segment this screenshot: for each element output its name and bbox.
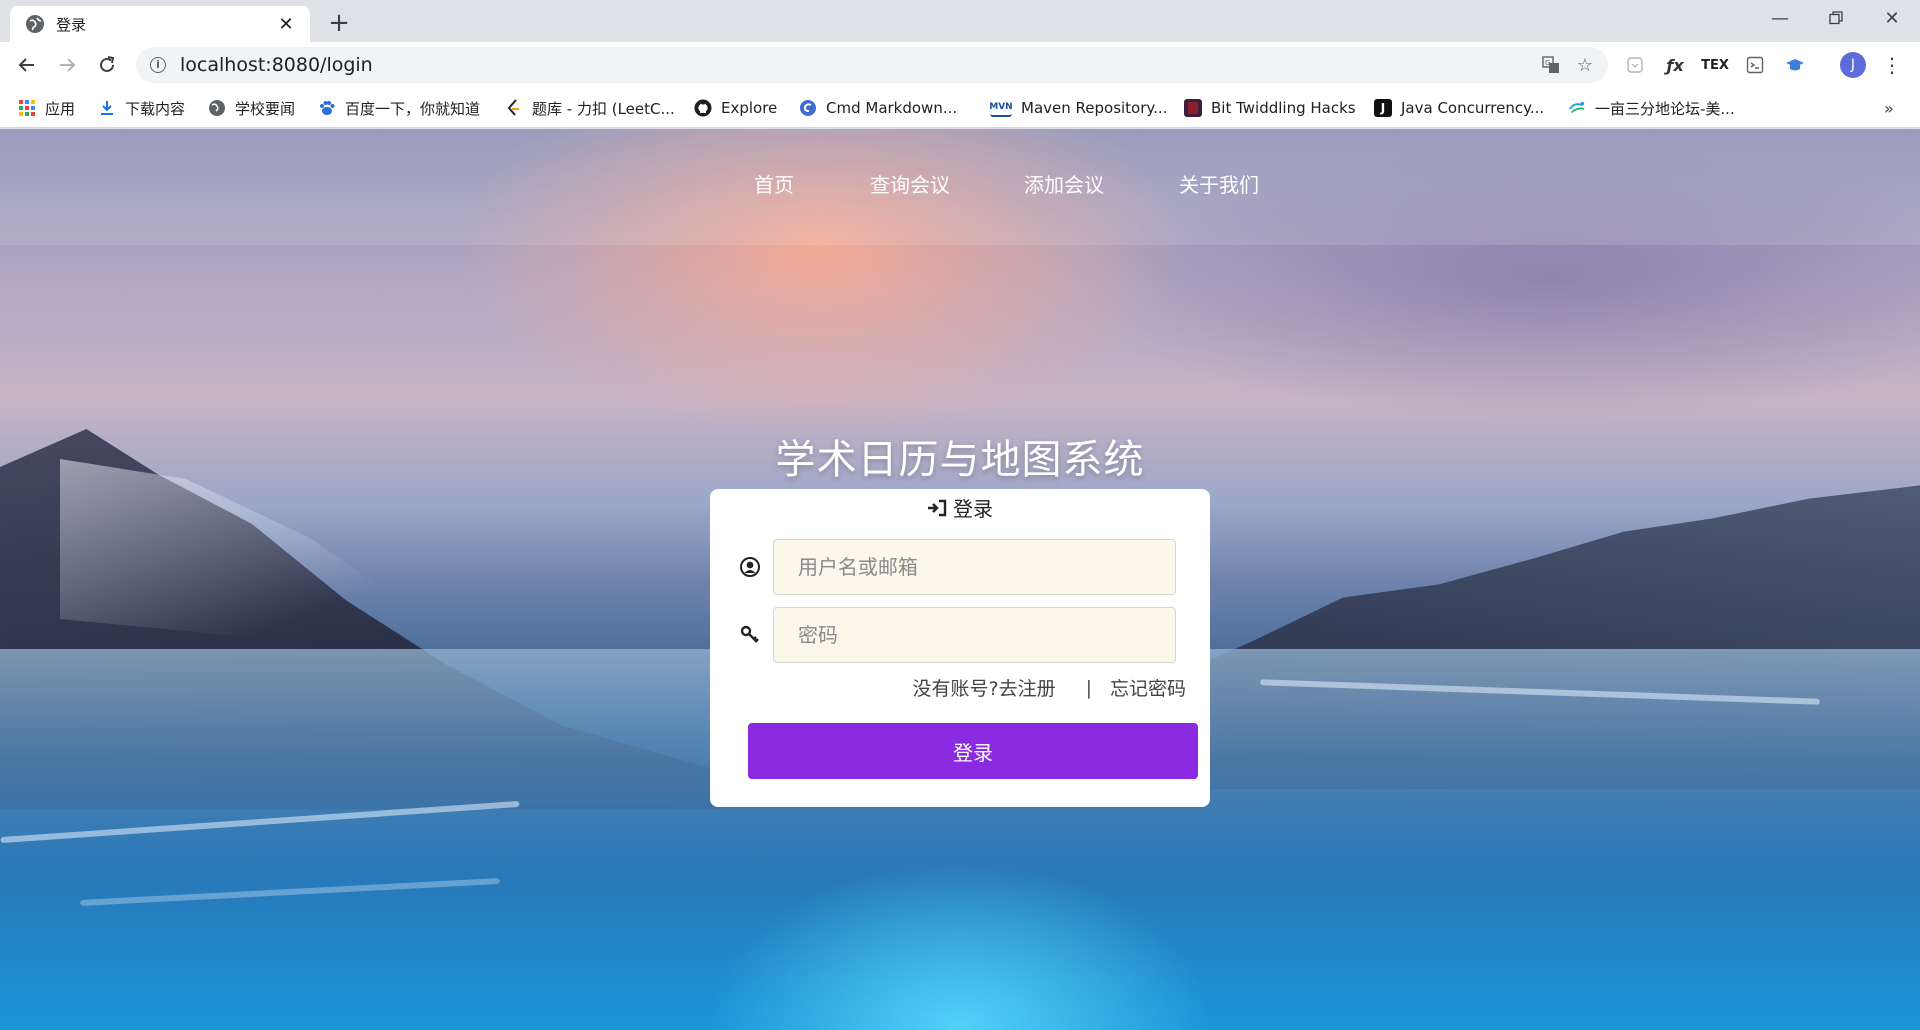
forum-icon xyxy=(1568,99,1586,117)
minimize-icon[interactable]: — xyxy=(1752,0,1808,36)
bookmarks-bar: 应用 下载内容 学校要闻 百度一下，你就知道 题库 - 力扣 (LeetC...… xyxy=(0,88,1920,128)
close-window-icon[interactable]: ✕ xyxy=(1864,0,1920,36)
maven-icon: MVN xyxy=(989,99,1013,117)
nav-about-us[interactable]: 关于我们 xyxy=(1179,169,1259,198)
bookmark-maven[interactable]: MVN Maven Repository... xyxy=(989,96,1168,120)
login-title: 登录 xyxy=(953,497,993,521)
nav-add-conference[interactable]: 添加会议 xyxy=(1024,169,1104,198)
globe-icon xyxy=(208,99,226,117)
bookmark-downloads[interactable]: 下载内容 xyxy=(98,96,185,120)
bookmark-label: 下载内容 xyxy=(125,99,186,118)
bookmark-apps[interactable]: 应用 xyxy=(18,96,75,120)
new-tab-button[interactable]: + xyxy=(322,7,356,41)
register-link[interactable]: 没有账号?去注册 xyxy=(912,674,1055,701)
back-icon[interactable] xyxy=(12,50,42,80)
username-row xyxy=(736,539,1176,595)
browser-tab[interactable]: 登录 ✕ xyxy=(10,6,310,42)
apps-grid-icon xyxy=(18,99,36,117)
bookmark-label: 学校要闻 xyxy=(235,99,296,118)
link-separator: | xyxy=(1085,676,1092,699)
forgot-password-link[interactable]: 忘记密码 xyxy=(1110,674,1186,701)
login-card-header: 登录 xyxy=(710,493,1210,522)
tab-title: 登录 xyxy=(56,15,87,34)
password-input[interactable] xyxy=(772,607,1176,663)
github-icon xyxy=(694,99,712,117)
bit-twiddling-icon xyxy=(1184,99,1202,117)
graduation-cap-extension-icon[interactable] xyxy=(1781,51,1809,79)
tex-extension-icon[interactable]: TEX xyxy=(1701,51,1729,79)
password-row xyxy=(736,607,1176,663)
cmd-markdown-icon xyxy=(799,99,817,117)
url-text: localhost:8080/login xyxy=(180,54,373,76)
svg-text:G: G xyxy=(1545,59,1550,67)
nav-home[interactable]: 首页 xyxy=(754,169,794,198)
bookmark-label: Explore xyxy=(721,99,778,117)
bookmark-label: Java Concurrency... xyxy=(1401,99,1545,117)
login-card: 登录 没有账号?去注册 | 忘记密码 登录 xyxy=(710,489,1210,807)
site-info-icon[interactable]: i xyxy=(150,57,166,73)
code-extension-icon[interactable] xyxy=(1741,51,1769,79)
bookmark-label: Maven Repository... xyxy=(1021,99,1168,117)
translate-icon[interactable]: G xyxy=(1534,50,1568,80)
close-tab-icon[interactable]: ✕ xyxy=(276,14,296,35)
leetcode-icon xyxy=(505,99,523,117)
user-icon xyxy=(736,557,765,577)
bookmark-star-icon[interactable]: ☆ xyxy=(1568,50,1602,80)
browser-menu-icon[interactable]: ⋮ xyxy=(1878,51,1906,79)
bookmark-leetcode[interactable]: 题库 - 力扣 (LeetC... xyxy=(505,96,675,120)
login-submit-button[interactable]: 登录 xyxy=(748,723,1198,779)
forward-icon[interactable] xyxy=(52,50,82,80)
bookmark-baidu[interactable]: 百度一下，你就知道 xyxy=(318,96,480,120)
java-j-icon: J xyxy=(1374,99,1392,117)
bookmark-1point3acres[interactable]: 一亩三分地论坛-美... xyxy=(1568,96,1735,120)
bookmark-java-concurrency[interactable]: J Java Concurrency... xyxy=(1374,96,1544,120)
bookmark-label: 题库 - 力扣 (LeetC... xyxy=(532,99,675,118)
globe-icon xyxy=(26,15,44,33)
site-navbar: 首页 查询会议 添加会议 关于我们 xyxy=(0,129,1920,245)
bookmark-label: Cmd Markdown... xyxy=(826,99,958,117)
reload-icon[interactable] xyxy=(92,50,122,80)
sign-in-icon xyxy=(927,499,947,517)
formula-extension-icon[interactable]: ƒx xyxy=(1661,51,1689,79)
bookmarks-overflow-button[interactable]: » xyxy=(1884,96,1894,120)
bookmark-label: 应用 xyxy=(45,99,76,118)
bookmark-label: 一亩三分地论坛-美... xyxy=(1595,99,1735,118)
bookmark-school-news[interactable]: 学校要闻 xyxy=(208,96,295,120)
browser-toolbar: i localhost:8080/login G ☆ ƒx TEX ⋮ xyxy=(0,42,1920,88)
baidu-paw-icon xyxy=(318,99,336,117)
username-input[interactable] xyxy=(772,539,1176,595)
bookmark-github-explore[interactable]: Explore xyxy=(694,96,777,120)
bookmark-label: 百度一下，你就知道 xyxy=(345,99,481,118)
bookmark-bit-twiddling[interactable]: Bit Twiddling Hacks xyxy=(1184,96,1356,120)
auth-links: 没有账号?去注册 | 忘记密码 xyxy=(912,674,1186,701)
bookmark-cmd-markdown[interactable]: Cmd Markdown... xyxy=(799,96,957,120)
key-icon xyxy=(736,625,765,645)
site-title: 学术日历与地图系统 xyxy=(775,437,1145,483)
profile-avatar[interactable]: J xyxy=(1840,52,1866,78)
restore-icon[interactable] xyxy=(1808,0,1864,36)
download-icon xyxy=(98,99,116,117)
address-bar[interactable]: i localhost:8080/login G ☆ xyxy=(136,47,1608,83)
bookmark-label: Bit Twiddling Hacks xyxy=(1211,99,1356,117)
tab-strip: 登录 ✕ + — ✕ xyxy=(0,0,1920,42)
nav-search-conferences[interactable]: 查询会议 xyxy=(870,169,950,198)
page-viewport: 首页 查询会议 添加会议 关于我们 学术日历与地图系统 登录 没有账号?去注册 xyxy=(0,129,1920,1030)
pocket-extension-icon[interactable] xyxy=(1621,51,1649,79)
